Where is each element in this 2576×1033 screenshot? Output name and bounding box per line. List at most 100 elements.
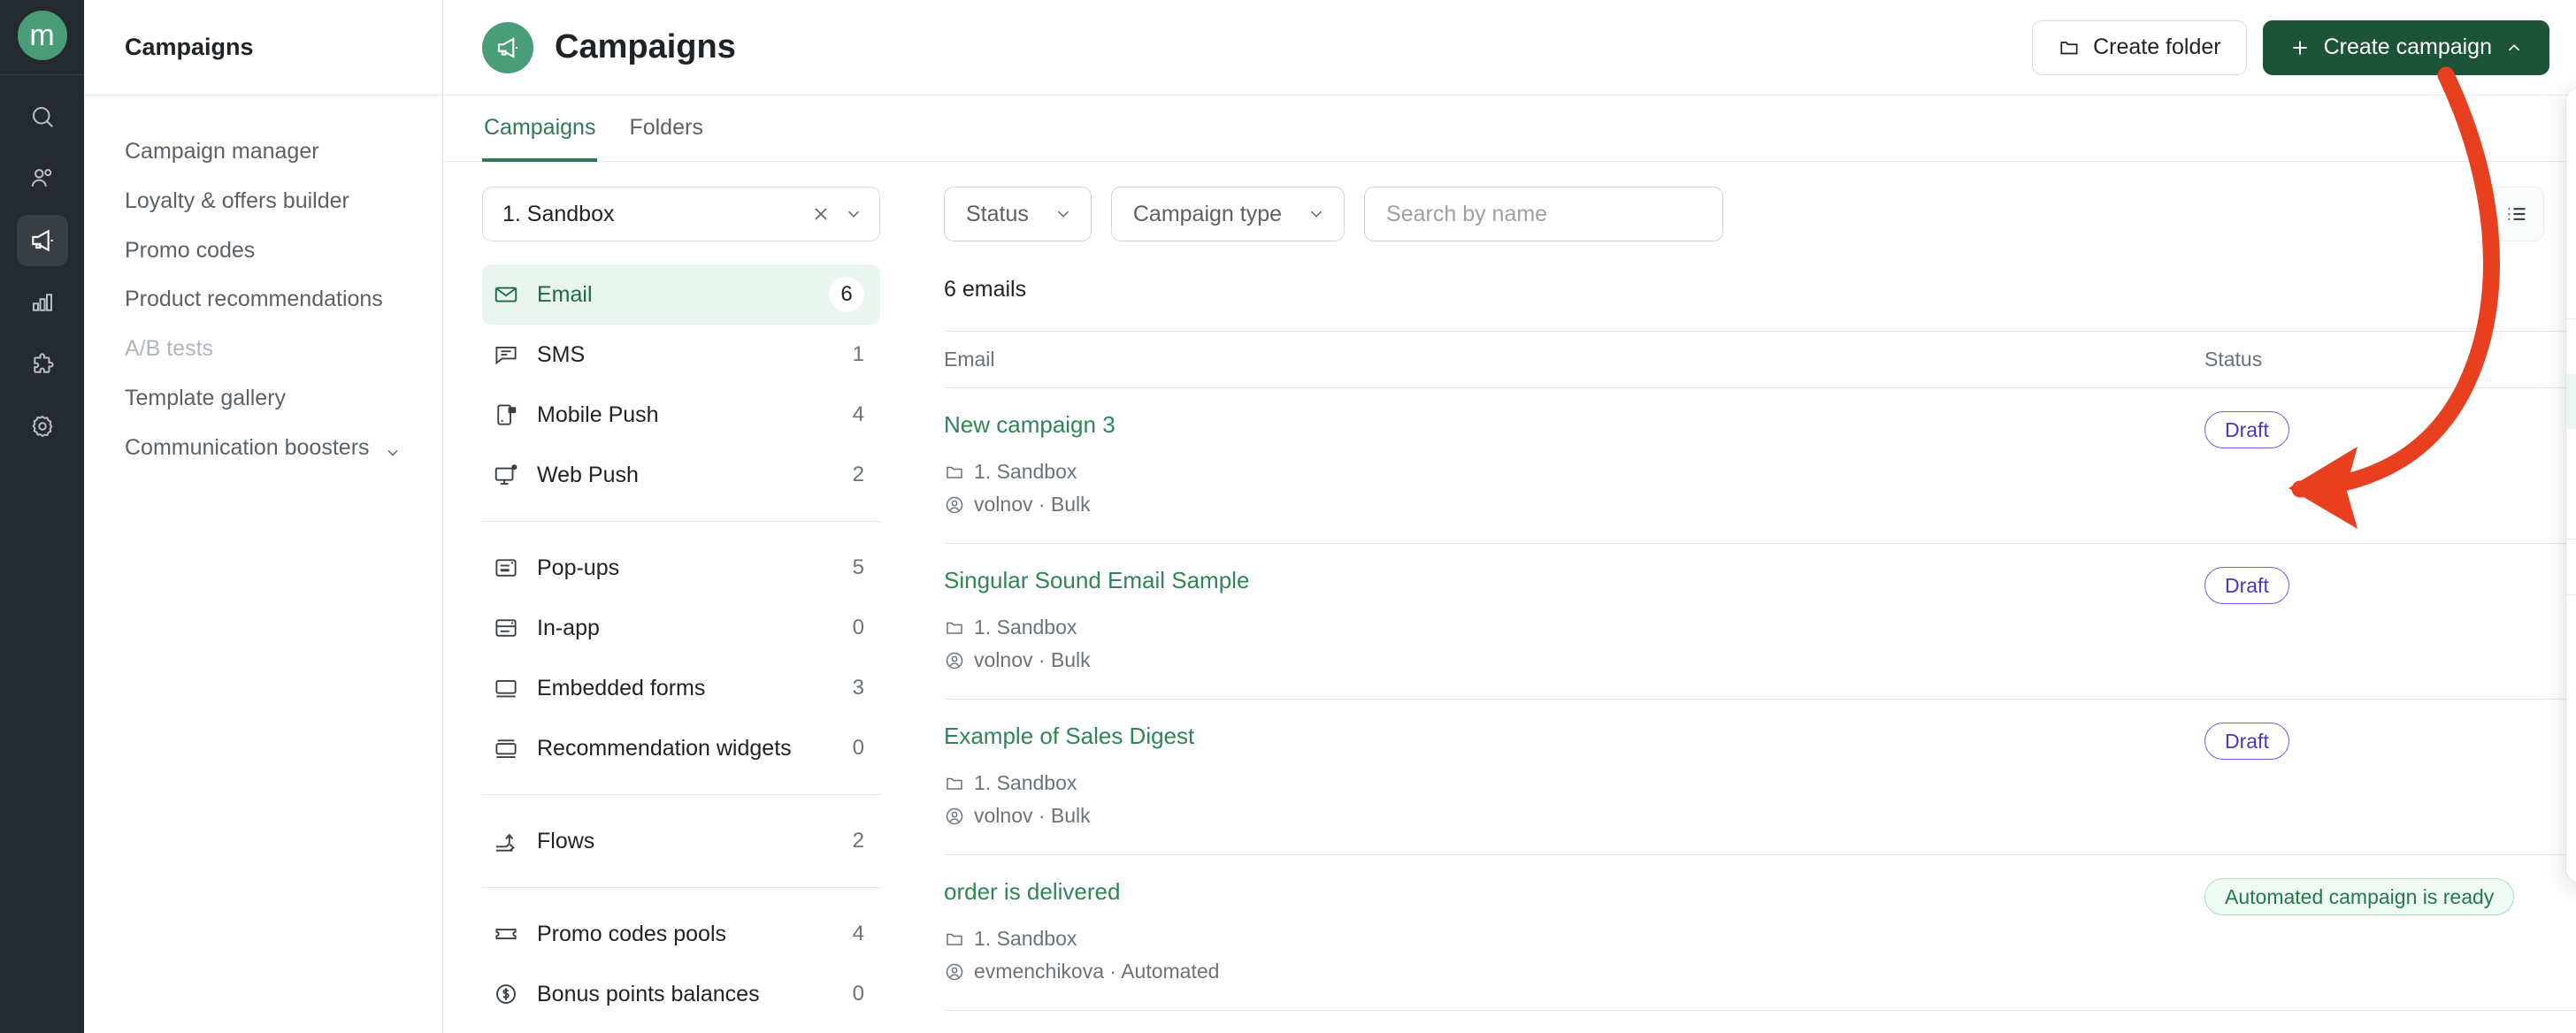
channel-count: 4 bbox=[852, 922, 864, 945]
status-badge: Draft bbox=[2204, 723, 2289, 760]
table-row[interactable]: Singular Sound Email Sample 1. Sandbox vol… bbox=[944, 543, 2576, 700]
table-header-row: Email Status bbox=[944, 331, 2576, 388]
filter-bar: Status Campaign type Search by name bbox=[944, 187, 2576, 241]
app-logo[interactable]: m bbox=[17, 11, 67, 60]
embedded-icon bbox=[495, 679, 517, 698]
dropdown-item-mobile-push-notification[interactable]: Mobile push notification bbox=[2566, 209, 2576, 264]
channel-item-flows[interactable]: Flows 2 bbox=[482, 811, 880, 871]
rail-item-campaigns[interactable] bbox=[16, 215, 68, 266]
table-row[interactable]: order is delivered 1. Sandbox evmenchikova… bbox=[944, 854, 2576, 1011]
nav-item-label: Campaign manager bbox=[125, 139, 319, 164]
view-toggle-button[interactable] bbox=[2489, 187, 2544, 241]
create-campaign-label: Create campaign bbox=[2323, 34, 2492, 59]
dropdown-item-gift-card-pool[interactable]: Gift card pool bbox=[2566, 705, 2576, 760]
nav-item-2[interactable]: Promo codes bbox=[84, 226, 442, 276]
rail-item-search[interactable] bbox=[17, 91, 68, 142]
channel-item-web-push[interactable]: Web Push 2 bbox=[482, 445, 880, 505]
status-cell: Draft bbox=[2204, 387, 2576, 544]
status-badge: Automated campaign is ready bbox=[2204, 878, 2515, 915]
in-app-icon bbox=[493, 615, 519, 641]
campaign-name-link[interactable]: Example of Sales Digest bbox=[944, 723, 1194, 750]
campaign-name-link[interactable]: New campaign 3 bbox=[944, 411, 1116, 439]
popup-icon bbox=[495, 559, 517, 577]
dropdown-item-pop-up[interactable]: Pop-up bbox=[2566, 319, 2576, 374]
dropdown-item-api-method[interactable]: API method bbox=[2566, 815, 2576, 869]
recommendation-icon bbox=[495, 739, 517, 758]
dropdown-group-2: Flow bbox=[2566, 539, 2576, 594]
contacts-icon bbox=[31, 169, 51, 187]
chevron-down-icon[interactable] bbox=[844, 204, 863, 224]
channel-label: Recommendation widgets bbox=[537, 735, 792, 761]
plus-icon bbox=[2293, 40, 2307, 55]
rail-item-contacts[interactable] bbox=[17, 153, 68, 204]
web-push-icon bbox=[494, 464, 518, 485]
rail-item-analytics[interactable] bbox=[17, 277, 68, 328]
channel-count: 5 bbox=[852, 555, 864, 579]
campaign-type-filter-label: Campaign type bbox=[1132, 201, 1283, 226]
campaign-author: volnov · Bulk bbox=[944, 804, 2204, 828]
nav-item-0[interactable]: Campaign manager bbox=[84, 127, 442, 177]
dropdown-item-web-push-notification[interactable]: Web push notification bbox=[2566, 264, 2576, 318]
tab-folders[interactable]: Folders bbox=[627, 96, 704, 162]
channel-label: Promo codes pools bbox=[537, 921, 727, 946]
nav-item-label: Product recommendations bbox=[125, 287, 383, 312]
table-row[interactable]: New campaign 3 1. Sandbox volnov · Bulk Dra… bbox=[944, 387, 2576, 544]
nav-item-3[interactable]: Product recommendations bbox=[84, 275, 442, 325]
channel-item-recommendation-widgets[interactable]: Recommendation widgets 0 bbox=[482, 718, 880, 778]
create-campaign-dropdown: EmailSMSMobile push notificationWeb push… bbox=[2566, 88, 2576, 882]
status-cell: Draft bbox=[2204, 699, 2576, 855]
campaign-cell: Singular Sound Email Sample 1. Sandbox vol… bbox=[944, 543, 2204, 700]
channel-divider bbox=[482, 887, 880, 888]
rail-item-settings[interactable] bbox=[17, 401, 68, 452]
campaign-folder-label: 1. Sandbox bbox=[974, 460, 1077, 483]
channel-item-bonus-points-balances[interactable]: Bonus points balances 0 bbox=[482, 964, 880, 1024]
campaign-name-link[interactable]: order is delivered bbox=[944, 878, 1120, 906]
nav-item-5[interactable]: Template gallery bbox=[84, 374, 442, 424]
nav-item-6[interactable]: Communication boosters bbox=[84, 424, 442, 480]
create-folder-button[interactable]: Create folder bbox=[2032, 19, 2247, 75]
campaign-author-label: volnov · Bulk bbox=[974, 804, 1091, 827]
channel-label: Mobile Push bbox=[537, 402, 659, 427]
dropdown-item-sms[interactable]: SMS bbox=[2566, 154, 2576, 209]
channel-divider bbox=[482, 521, 880, 522]
status-filter[interactable]: Status bbox=[944, 187, 1092, 241]
channel-item-embedded-forms[interactable]: Embedded forms 3 bbox=[482, 658, 880, 718]
channel-item-pop-ups[interactable]: Pop-ups 5 bbox=[482, 538, 880, 598]
clear-icon[interactable] bbox=[810, 203, 832, 225]
status-filter-label: Status bbox=[966, 201, 1029, 226]
create-campaign-button[interactable]: Create campaign bbox=[2262, 19, 2549, 75]
chevron-down-icon[interactable] bbox=[384, 440, 402, 471]
dropdown-item-voting-poll[interactable]: Voting poll bbox=[2566, 760, 2576, 815]
dropdown-item-bonus-points-balance[interactable]: Bonus points balance bbox=[2566, 650, 2576, 705]
chevron-down-icon bbox=[1311, 210, 1322, 218]
channel-item-sms[interactable]: SMS 1 bbox=[482, 325, 880, 385]
campaign-type-filter[interactable]: Campaign type bbox=[1110, 187, 1346, 241]
table-col-header-status: Status bbox=[2204, 331, 2576, 388]
channel-item-email[interactable]: Email 6 bbox=[482, 264, 880, 325]
result-count: 6 emails bbox=[944, 277, 1027, 302]
dropdown-item-flow[interactable]: Flow bbox=[2566, 539, 2576, 594]
campaign-name-link[interactable]: Singular Sound Email Sample bbox=[944, 567, 1249, 594]
folder-icon bbox=[2060, 41, 2078, 54]
dropdown-item-email[interactable]: Email bbox=[2566, 99, 2576, 154]
campaigns-table: Email Status New campaign 3 1. Sandbox voln… bbox=[944, 331, 2576, 1011]
channel-label: SMS bbox=[537, 341, 586, 367]
nav-item-label: Promo codes bbox=[125, 237, 256, 263]
channel-item-promo-codes-pools[interactable]: Promo codes pools 4 bbox=[482, 904, 880, 964]
channel-item-mobile-push[interactable]: Mobile Push 4 bbox=[482, 385, 880, 445]
search-input[interactable]: Search by name bbox=[1364, 187, 1724, 241]
nav-item-4[interactable]: A/B tests bbox=[84, 325, 442, 374]
tab-campaigns[interactable]: Campaigns bbox=[482, 96, 598, 162]
dropdown-item-in-app[interactable]: In-app bbox=[2566, 374, 2576, 429]
folder-filter-select[interactable]: 1. Sandbox bbox=[482, 187, 880, 241]
nav-item-1[interactable]: Loyalty & offers builder bbox=[84, 177, 442, 226]
dropdown-item-embedded-block[interactable]: Embedded block bbox=[2566, 429, 2576, 484]
dropdown-item-promo-codes-pool[interactable]: Promo codes pool bbox=[2566, 595, 2576, 650]
rail-item-integrations[interactable] bbox=[17, 339, 68, 390]
dropdown-item-recommendation-widget[interactable]: Recommendation widget bbox=[2566, 484, 2576, 539]
table-row[interactable]: Example of Sales Digest 1. Sandbox volnov … bbox=[944, 699, 2576, 855]
channel-item-in-app[interactable]: In-app 0 bbox=[482, 598, 880, 658]
campaign-folder: 1. Sandbox bbox=[944, 460, 2204, 484]
nav-item-label: Template gallery bbox=[125, 385, 287, 410]
nav-title: Campaigns bbox=[125, 34, 254, 60]
